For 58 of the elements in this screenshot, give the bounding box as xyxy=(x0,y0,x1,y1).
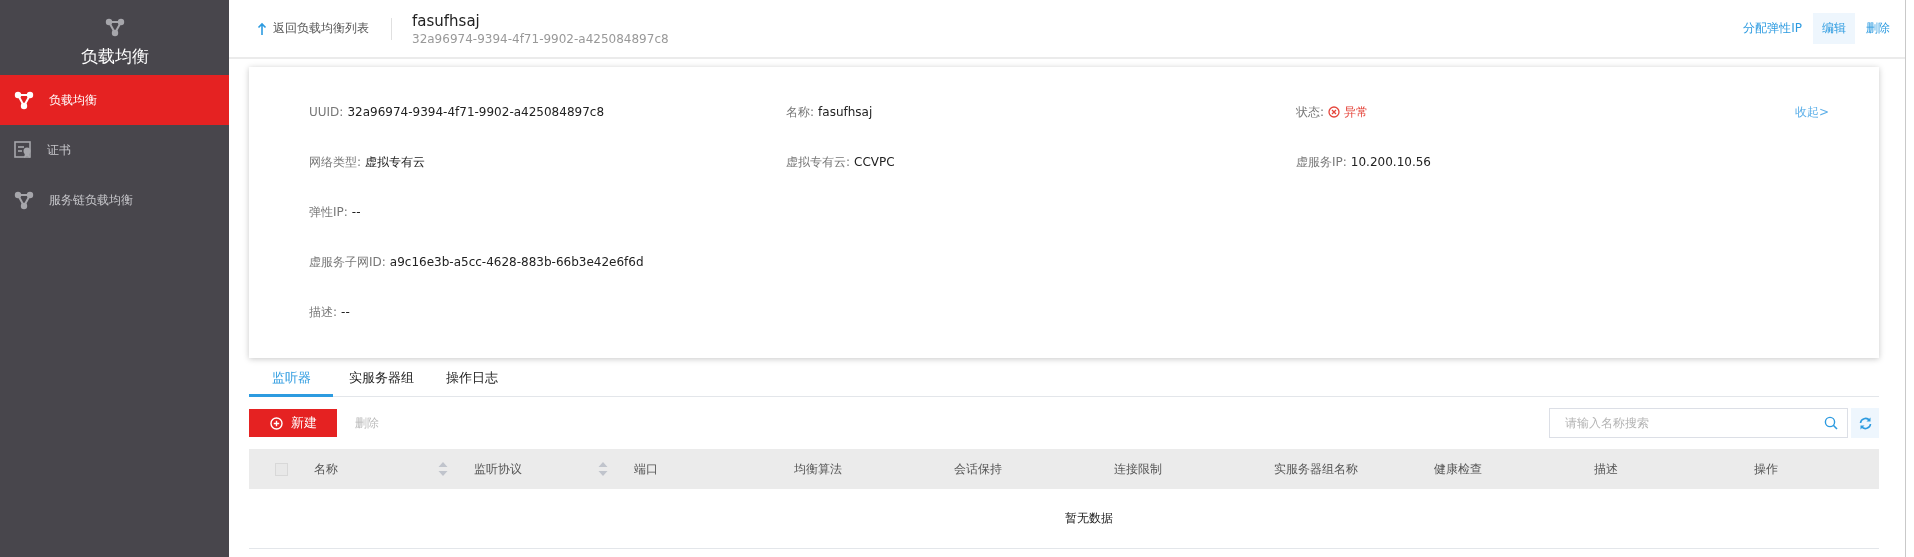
search-field[interactable]: 请输入名称搜索 xyxy=(1549,408,1815,438)
field-label: 网络类型: xyxy=(309,153,362,171)
field-value: CCVPC xyxy=(854,155,895,169)
sidebar-item[interactable]: 负载均衡 xyxy=(0,75,229,125)
column-header: 连接限制 xyxy=(1114,460,1162,478)
empty-message: 暂无数据 xyxy=(249,489,1879,549)
search-button[interactable] xyxy=(1814,408,1848,438)
field-value: -- xyxy=(351,205,361,219)
nodes-icon xyxy=(14,90,34,110)
sort-icon xyxy=(438,462,448,476)
field-value: 虚拟专有云 xyxy=(365,153,426,171)
error-icon xyxy=(1328,106,1341,118)
field-label: 虚服务子网ID: xyxy=(309,253,386,271)
field-label: 状态: xyxy=(1296,103,1325,121)
refresh-icon xyxy=(1857,415,1873,431)
field-label: 描述: xyxy=(309,303,338,321)
column-header: 均衡算法 xyxy=(794,460,842,478)
plus-circle-icon xyxy=(269,416,283,430)
nodes-icon xyxy=(14,190,34,210)
nodes-icon xyxy=(104,18,125,37)
column-header: 名称 xyxy=(314,460,338,478)
column-header: 监听协议 xyxy=(474,460,522,478)
field-value: a9c16e3b-a5cc-4628-883b-66b3e42e6f6d xyxy=(389,255,644,269)
field-value: 10.200.10.56 xyxy=(1350,155,1431,169)
column-header: 健康检查 xyxy=(1434,460,1482,478)
column-header: 操作 xyxy=(1754,460,1778,478)
tab[interactable]: 监听器 xyxy=(249,362,333,397)
search-icon xyxy=(1823,416,1838,430)
field-value: fasufhsaj xyxy=(818,105,873,119)
certificate-icon xyxy=(14,141,32,159)
action-link[interactable]: 删除 xyxy=(1857,13,1899,44)
column-header: 实服务器组名称 xyxy=(1274,460,1358,478)
field-value: -- xyxy=(341,305,350,319)
sidebar-item[interactable]: 证书 xyxy=(0,125,229,175)
tab[interactable]: 实服务器组 xyxy=(333,362,430,397)
column-header: 端口 xyxy=(634,460,658,478)
field-value: 32a96974-9394-4f71-9902-a425084897c8 xyxy=(347,105,604,119)
status-value: 异常 xyxy=(1344,103,1369,121)
back-link[interactable]: 返回负载均衡列表 xyxy=(257,20,369,37)
column-header: 描述 xyxy=(1594,460,1618,478)
action-link[interactable]: 分配弹性IP xyxy=(1734,13,1811,44)
action-link[interactable]: 编辑 xyxy=(1813,13,1855,44)
collapse-link[interactable]: 收起> xyxy=(1794,103,1829,121)
up-arrow-icon xyxy=(257,21,267,36)
column-header: 会话保持 xyxy=(954,460,1002,478)
field-label: 弹性IP: xyxy=(309,203,348,221)
load-balancer-uuid: 32a96974-9394-4f71-9902-a425084897c8 xyxy=(412,31,669,46)
field-label: 名称: xyxy=(786,103,815,121)
create-button[interactable]: 新建 xyxy=(249,409,337,437)
tab[interactable]: 操作日志 xyxy=(430,362,514,397)
sort-icon xyxy=(598,462,608,476)
field-label: UUID: xyxy=(309,105,344,119)
load-balancer-name: fasufhsaj xyxy=(412,11,481,30)
sidebar-title: 负载均衡 xyxy=(80,45,149,68)
field-label: 虚服务IP: xyxy=(1296,153,1347,171)
refresh-button[interactable] xyxy=(1851,408,1879,438)
field-label: 虚拟专有云: xyxy=(786,153,851,171)
sidebar-item[interactable]: 服务链负载均衡 xyxy=(0,175,229,225)
